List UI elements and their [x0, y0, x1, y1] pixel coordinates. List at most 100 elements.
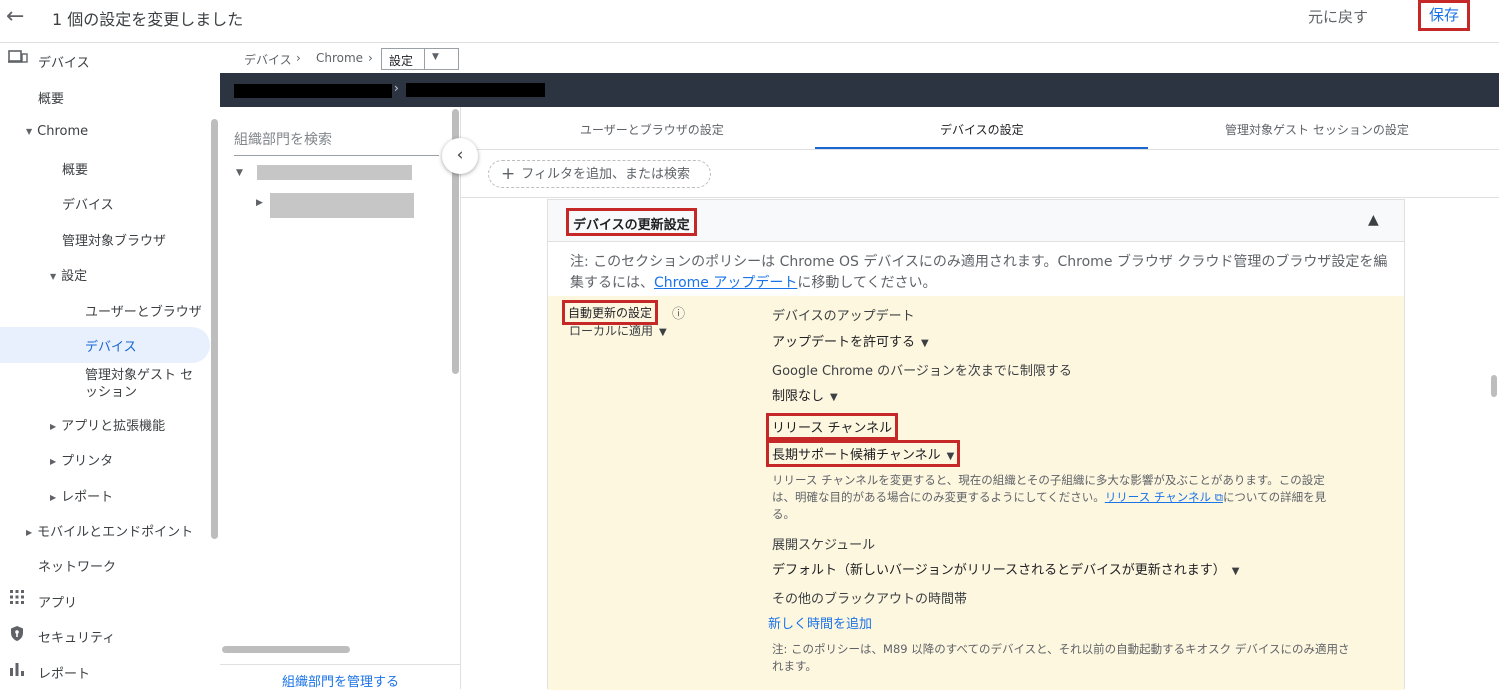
- devices-icon: [8, 49, 28, 69]
- filter-placeholder: フィルタを追加、または検索: [521, 167, 690, 182]
- breadcrumb-devices[interactable]: デバイス: [244, 51, 292, 68]
- chrome-update-link[interactable]: Chrome アップデート: [654, 275, 797, 291]
- release-channel-dropdown[interactable]: 長期サポート候補チャンネル ▼: [766, 440, 961, 467]
- version-limit-dropdown[interactable]: 制限なし ▼: [772, 385, 838, 404]
- breadcrumb-chrome[interactable]: Chrome: [316, 51, 363, 65]
- chevron-down-icon: ▼: [432, 52, 439, 62]
- filter-search-input[interactable]: + フィルタを追加、または検索: [488, 160, 711, 188]
- nav-printers[interactable]: ▶ プリンタ: [50, 450, 113, 469]
- org-unit-child[interactable]: [270, 193, 414, 218]
- device-update-dropdown[interactable]: アップデートを許可する ▼: [772, 331, 929, 350]
- caret-down-icon: ▼: [1231, 566, 1240, 577]
- nav-network[interactable]: ネットワーク: [38, 556, 116, 575]
- rollout-label: 展開スケジュール: [772, 538, 876, 553]
- nav-apps-extensions[interactable]: ▶ アプリと拡張機能: [50, 415, 165, 434]
- section-note-suffix: に移動してください。: [797, 275, 937, 291]
- bar-chart-icon: [9, 661, 25, 680]
- nav-chrome[interactable]: ▼ Chrome: [26, 124, 88, 139]
- nav-overview[interactable]: 概要: [38, 88, 64, 107]
- tabs-divider: [461, 149, 1499, 150]
- org-unit-root[interactable]: [257, 165, 412, 180]
- breadcrumb-settings-select[interactable]: 設定 ▼: [381, 48, 459, 70]
- nav-managed-browsers[interactable]: 管理対象ブラウザ: [62, 230, 166, 249]
- collapse-pane-button[interactable]: ‹: [442, 138, 478, 174]
- caret-down-icon: ▼: [946, 451, 955, 462]
- org-path-bar: ›: [220, 73, 1499, 107]
- auto-update-policy: 自動更新の設定 ⓘ ローカルに適用 ▼ デバイスのアップデート アップデートを許可…: [548, 296, 1404, 690]
- back-arrow-icon[interactable]: ←: [6, 4, 24, 29]
- caret-down-icon: ▼: [921, 338, 929, 349]
- nav-reports-sub[interactable]: ▶ レポート: [50, 486, 113, 505]
- policy-footer-note: 注: このポリシーは、M89 以降のすべてのデバイスと、それ以前の自動起動するキ…: [772, 642, 1350, 673]
- info-icon[interactable]: ⓘ: [672, 303, 685, 322]
- blackout-label: その他のブラックアウトの時間帯: [772, 592, 968, 607]
- page-scrollbar[interactable]: [1491, 375, 1497, 397]
- breadcrumb-separator: ›: [296, 51, 301, 65]
- add-time-link[interactable]: 新しく時間を追加: [768, 613, 872, 632]
- save-button[interactable]: 保存: [1418, 0, 1470, 31]
- chevron-left-icon: ‹: [456, 145, 464, 165]
- nav-managed-guest[interactable]: 管理対象ゲスト セッション: [85, 367, 195, 401]
- nav-reports[interactable]: レポート: [38, 663, 90, 682]
- org-scrollbar-horizontal[interactable]: [222, 646, 350, 653]
- external-link-icon: ⧉: [1214, 490, 1223, 504]
- chevron-up-icon[interactable]: ▲: [1368, 212, 1379, 228]
- expand-right-icon: ▶: [50, 493, 57, 502]
- device-update-settings-card: デバイスの更新設定 ▲ 注: このセクションのポリシーは Chrome OS デ…: [547, 199, 1405, 690]
- tab-users-browsers[interactable]: ユーザーとブラウザの設定: [580, 121, 724, 138]
- tab-managed-guest[interactable]: 管理対象ゲスト セッションの設定: [1225, 121, 1409, 138]
- release-channel-value: 長期サポート候補チャンネル: [772, 448, 941, 463]
- section-note: 注: このセクションのポリシーは Chrome OS デバイスにのみ適用されます…: [570, 252, 1390, 294]
- org-search-input[interactable]: 組織部門を検索: [234, 129, 439, 156]
- nav-apps[interactable]: アプリ: [38, 592, 77, 611]
- nav-chrome-overview[interactable]: 概要: [62, 159, 88, 178]
- org-unit-pane: 組織部門を検索 ▼ ▶ 組織部門を管理する: [220, 107, 461, 690]
- rollout-dropdown[interactable]: デフォルト（新しいバージョンがリリースされるとデバイスが更新されます） ▼: [772, 559, 1239, 578]
- filter-divider: [461, 197, 1499, 198]
- release-channel-hint: リリース チャンネルを変更すると、現在の組織とその子組織に多大な影響が及ぶことが…: [772, 472, 1342, 523]
- nav-users-browsers[interactable]: ユーザーとブラウザ: [85, 301, 202, 320]
- release-channel-link-text: リリース チャンネル: [1104, 490, 1212, 504]
- nav-reports-sub-label: レポート: [61, 490, 114, 505]
- undo-button[interactable]: 元に戻す: [1308, 6, 1368, 27]
- breadcrumb-separator: ›: [368, 51, 373, 65]
- section-title: デバイスの更新設定: [566, 208, 697, 236]
- expand-right-icon: ▶: [50, 422, 57, 431]
- apps-grid-icon: [9, 589, 25, 609]
- expand-right-icon: ▶: [26, 528, 33, 537]
- release-channel-label: リリース チャンネル: [766, 413, 899, 440]
- nav-devices[interactable]: デバイス: [38, 52, 90, 71]
- manage-org-units-link[interactable]: 組織部門を管理する: [220, 664, 461, 690]
- nav-chrome-devices[interactable]: デバイス: [62, 194, 114, 213]
- nav-device-active[interactable]: デバイス: [85, 336, 137, 355]
- expand-right-icon: ▶: [50, 457, 57, 466]
- top-bar: ← 1 個の設定を変更しました 元に戻す 保存: [0, 0, 1499, 43]
- nav-chrome-label: Chrome: [37, 124, 89, 139]
- scope-dropdown[interactable]: ローカルに適用 ▼: [569, 322, 667, 339]
- redacted-org-name: [234, 84, 392, 98]
- scope-value: ローカルに適用: [569, 324, 654, 338]
- nav-settings-label: 設定: [61, 269, 88, 284]
- expand-down-icon[interactable]: ▼: [236, 168, 243, 178]
- device-update-value: アップデートを許可する: [772, 335, 916, 350]
- path-separator-icon: ›: [394, 81, 399, 95]
- expand-right-icon[interactable]: ▶: [256, 198, 263, 208]
- breadcrumb-settings-value: 設定: [389, 54, 414, 68]
- nav-security[interactable]: セキュリティ: [38, 627, 115, 646]
- nav-settings[interactable]: ▼ 設定: [50, 265, 87, 284]
- caret-down-icon: ▼: [659, 327, 667, 338]
- tab-device-settings[interactable]: デバイスの設定: [940, 121, 1024, 138]
- nav-mobile-endpoints[interactable]: ▶ モバイルとエンドポイント: [26, 521, 193, 540]
- select-divider: [424, 49, 425, 69]
- nav-printers-label: プリンタ: [61, 454, 114, 469]
- release-channel-link[interactable]: リリース チャンネル ⧉: [1105, 490, 1223, 504]
- expand-down-icon: ▼: [26, 127, 33, 136]
- caret-down-icon: ▼: [830, 392, 838, 403]
- version-limit-label: Google Chrome のバージョンを次までに制限する: [772, 364, 1072, 379]
- version-limit-value: 制限なし: [772, 389, 825, 404]
- main-content: ユーザーとブラウザの設定 デバイスの設定 管理対象ゲスト セッションの設定 + フ…: [461, 107, 1499, 690]
- section-header[interactable]: デバイスの更新設定 ▲: [548, 200, 1404, 242]
- breadcrumb: デバイス › Chrome › 設定 ▼: [220, 43, 1499, 73]
- change-count-title: 1 個の設定を変更しました: [52, 10, 244, 29]
- nav-scrollbar[interactable]: [211, 119, 218, 539]
